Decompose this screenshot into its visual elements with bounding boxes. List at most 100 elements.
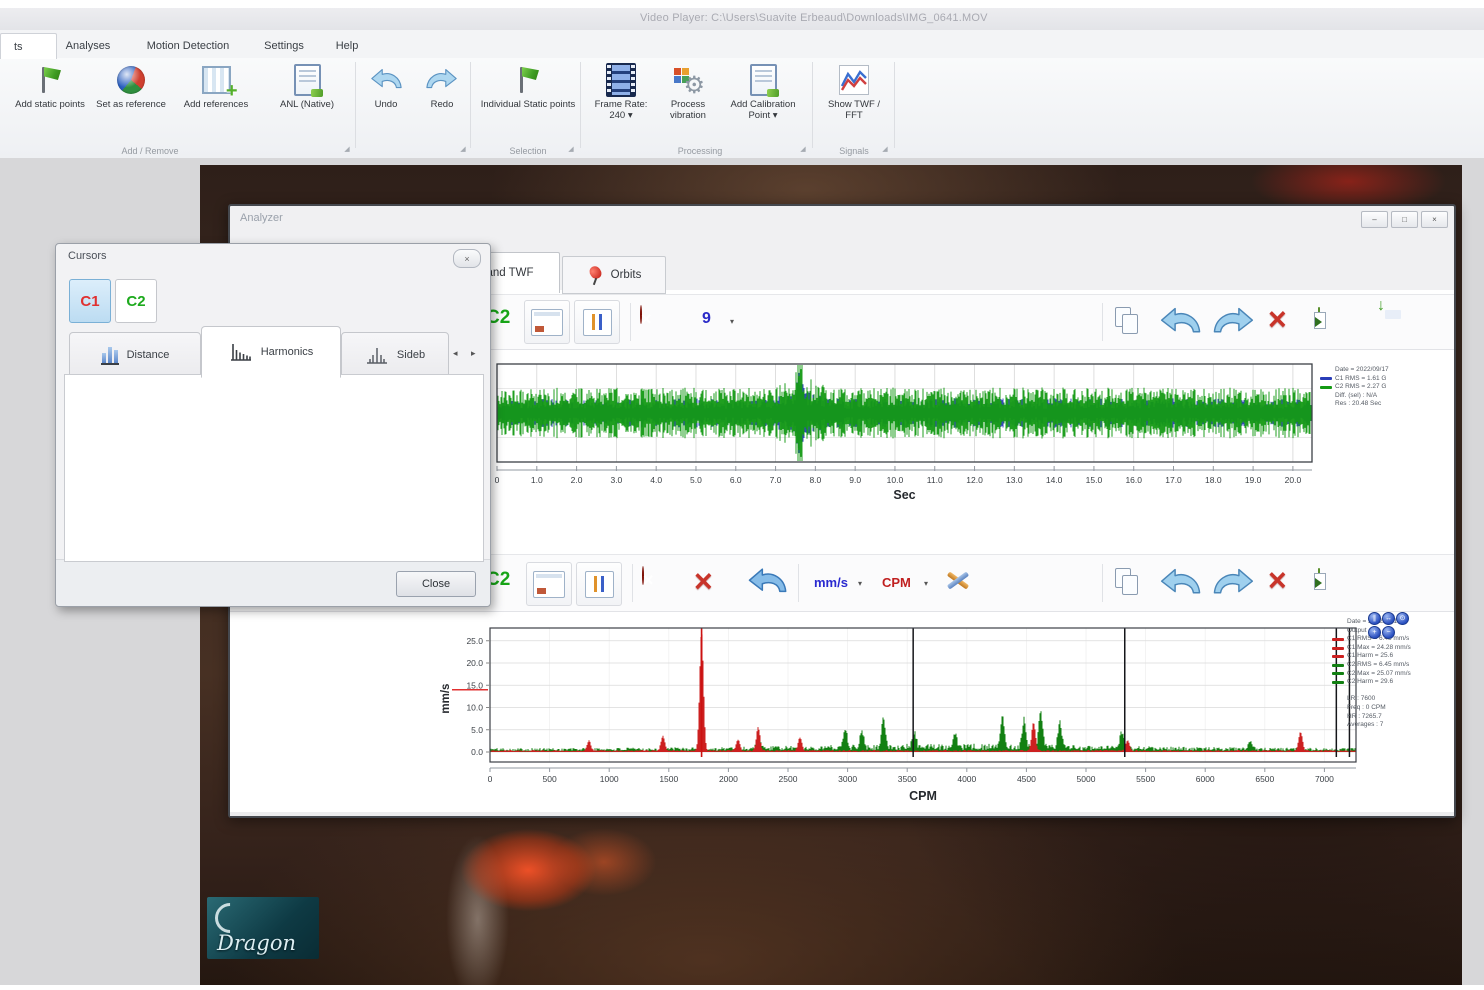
zoom-control-button[interactable]: + [1368,626,1381,639]
legend-row: Date = 2022/09/17 [1320,366,1450,375]
cursor-c2-button[interactable]: C2 [115,279,157,323]
svg-text:5500: 5500 [1136,774,1155,784]
twf-cursor-settings-button[interactable] [524,300,570,344]
twf-delete-button[interactable]: × [1268,305,1287,335]
group-dialog-launcher-icon[interactable]: ◢ [458,145,468,155]
ribbon-tab-points[interactable]: ts [0,33,57,59]
zoom-control-button[interactable]: ⊙ [1396,612,1409,625]
legend-row: Freq : 0 CPM [1332,704,1452,713]
add-calibration-point-dropdown[interactable]: Add Calibration Point ▾ [720,62,806,142]
twf-export-button[interactable] [1318,308,1320,326]
svg-text:19.0: 19.0 [1245,475,1262,485]
twf-redo-button[interactable] [1212,307,1256,337]
group-dialog-launcher-icon[interactable]: ◢ [880,145,890,155]
svg-text:15.0: 15.0 [1086,475,1103,485]
svg-text:6000: 6000 [1196,774,1215,784]
frame-rate-dropdown[interactable]: Frame Rate: 240 ▾ [588,62,654,142]
process-vibration-button[interactable]: Process vibration [658,62,718,142]
twf-plot[interactable]: 01.02.03.04.05.06.07.08.09.010.011.012.0… [488,362,1316,504]
add-static-points-button[interactable]: Add static points [8,62,92,142]
fft-back-button[interactable] [746,568,788,596]
ribbon: Add static points Set as reference Add r… [0,58,1484,159]
application-window: Video Player: C:\Users\Suavite Erbeaud\D… [0,0,1484,990]
redo-arrow-icon [425,68,459,92]
fft-amplitude-unit-dropdown[interactable]: mm/s [814,575,848,590]
distance-bars-icon [101,345,119,365]
redo-button[interactable]: Redo [416,62,468,142]
zoom-control-button[interactable]: ↔ [1382,612,1395,625]
maximize-button[interactable]: □ [1391,211,1418,228]
zoom-control-button[interactable]: − [1382,626,1395,639]
svg-text:17.0: 17.0 [1165,475,1182,485]
legend-row: LR : 7600 [1332,695,1452,704]
tab-orbits[interactable]: Orbits [562,256,666,294]
ribbon-tab-help[interactable]: Help [322,33,372,58]
group-label-add-remove: Add / Remove [60,146,240,156]
svg-text:2500: 2500 [779,774,798,784]
fft-remove-cursor-button[interactable] [642,567,644,585]
twf-cursor-lines-button[interactable] [574,300,620,344]
cursors-dialog: Cursors × C1 C2 Distance Harmonics Sideb… [55,243,491,607]
twf-averages-dropdown[interactable]: 9 [702,310,711,328]
svg-text:0: 0 [495,475,500,485]
show-twf-fft-button[interactable]: Show TWF / FFT [818,62,890,142]
svg-text:CPM: CPM [909,789,937,803]
svg-text:16.0: 16.0 [1125,475,1142,485]
svg-text:20.0: 20.0 [466,658,483,668]
legend-row: C1 Max = 24.28 mm/s [1332,644,1452,653]
cursor-c1-button[interactable]: C1 [69,279,111,323]
export-icon [1318,568,1320,587]
minimize-button[interactable]: – [1361,211,1388,228]
svg-text:0: 0 [488,774,493,784]
undo-arrow-icon [369,68,403,92]
set-as-reference-button[interactable]: Set as reference [96,62,166,142]
svg-text:3500: 3500 [898,774,917,784]
twf-remove-cursor-button[interactable] [640,306,642,324]
twf-undo-button[interactable] [1158,307,1202,337]
anl-native-button[interactable]: ANL (Native) [264,62,350,142]
tab-scroll-left-icon[interactable]: ◂ [453,348,458,359]
group-dialog-launcher-icon[interactable]: ◢ [798,145,808,155]
analyzer-window-title: Analyzer [240,212,283,224]
fft-cursor-settings-button[interactable] [526,562,572,606]
pin-icon [587,265,603,285]
zoom-control-button[interactable]: ∥ [1368,612,1381,625]
fft-cursor-lines-button[interactable] [576,562,622,606]
close-button[interactable]: × [1421,211,1448,228]
twf-fft-chart-icon [839,65,869,95]
svg-text:4500: 4500 [1017,774,1036,784]
legend-row [1332,687,1452,696]
individual-static-points-button[interactable]: Individual Static points [480,62,576,142]
tab-scroll-right-icon[interactable]: ▸ [471,348,476,359]
svg-text:3.0: 3.0 [610,475,622,485]
twf-legend: Date = 2022/09/17C1 RMS = 1.61 GC2 RMS =… [1320,366,1450,409]
cursor-lines-icon [583,309,612,336]
fft-delete-cursor-button[interactable]: × [694,567,713,597]
tab-sidebands[interactable]: Sideb [341,332,449,378]
dialog-close-icon[interactable]: × [453,249,481,268]
fft-export-button[interactable] [1318,569,1320,587]
ribbon-tab-analyses[interactable]: Analyses [52,33,124,58]
fft-plot[interactable]: 0.05.010.015.020.025.0mm/s05001000150020… [436,624,1364,810]
redo-arrow-icon [1212,568,1256,598]
tab-distance[interactable]: Distance [69,332,201,378]
group-dialog-launcher-icon[interactable]: ◢ [342,145,352,155]
svg-text:15.0: 15.0 [466,680,483,690]
undo-button[interactable]: Undo [360,62,412,142]
fft-redo-button[interactable] [1212,568,1256,598]
fft-delete-button[interactable]: × [1268,566,1287,596]
tab-harmonics[interactable]: Harmonics [201,326,341,378]
svg-text:1000: 1000 [600,774,619,784]
close-dialog-button[interactable]: Close [396,571,476,597]
red-x-icon: × [1268,301,1287,337]
fft-undo-button[interactable] [1158,568,1202,598]
group-dialog-launcher-icon[interactable]: ◢ [566,145,576,155]
document-icon [750,64,777,96]
svg-text:1500: 1500 [659,774,678,784]
form-icon [531,309,563,336]
svg-text:5.0: 5.0 [690,475,702,485]
fft-frequency-unit-dropdown[interactable]: CPM [882,575,911,590]
ribbon-tab-settings[interactable]: Settings [250,33,318,58]
add-references-button[interactable]: Add references [170,62,262,142]
ribbon-tab-motion-detection[interactable]: Motion Detection [128,33,248,58]
